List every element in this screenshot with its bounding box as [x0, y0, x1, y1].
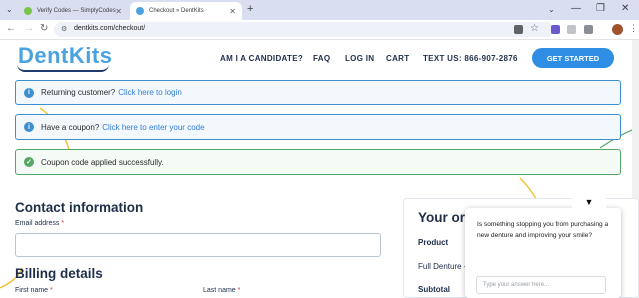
notice-text: Returning customer?	[41, 88, 116, 97]
nav-faq[interactable]: FAQ	[313, 54, 330, 63]
get-started-button[interactable]: GET STARTED	[532, 48, 614, 68]
required-mark: *	[237, 287, 241, 294]
browser-menu-icon[interactable]: ⋮	[629, 23, 638, 34]
coupon-success-notice: ✓ Coupon code applied successfully.	[15, 149, 621, 175]
extension-a-icon[interactable]	[551, 25, 560, 34]
extensions-puzzle-icon[interactable]	[584, 25, 593, 34]
chat-question: Is something stopping you from purchasin…	[477, 221, 609, 239]
close-tab-icon[interactable]: ✕	[115, 7, 122, 16]
nav-text-us-phone[interactable]: TEXT US: 866-907-2876	[423, 54, 518, 63]
chat-collapse-button[interactable]: ▼	[572, 193, 606, 210]
site-info-icon[interactable]: ⚙	[61, 25, 67, 33]
contact-information-heading: Contact information	[15, 200, 144, 215]
email-label: Email address *	[15, 220, 64, 227]
tab-title: Verify Codes — SimplyCodes	[37, 8, 116, 14]
simplycodes-favicon-icon	[24, 7, 32, 15]
first-name-label-text: First name	[15, 287, 49, 294]
nav-am-i-a-candidate[interactable]: AM I A CANDIDATE?	[220, 54, 303, 63]
close-tab-icon[interactable]: ✕	[229, 7, 236, 16]
product-column-header: Product	[418, 238, 449, 247]
logo-swoosh	[17, 64, 109, 72]
extension-icon[interactable]	[567, 25, 576, 34]
coupon-notice: i Have a coupon? Click here to enter you…	[15, 114, 621, 140]
email-field[interactable]	[15, 233, 381, 257]
info-icon: i	[24, 122, 34, 132]
window-menu-icon[interactable]: ⌄	[548, 5, 555, 14]
tab-title: Checkout » DentKits	[149, 8, 204, 14]
tab-verify-codes[interactable]: Verify Codes — SimplyCodes ✕	[18, 2, 128, 20]
new-tab-button[interactable]: +	[247, 3, 253, 15]
email-label-text: Email address	[15, 220, 60, 227]
minimize-icon[interactable]: —	[571, 3, 581, 14]
forward-icon[interactable]: →	[24, 23, 34, 34]
back-icon[interactable]: ←	[6, 23, 16, 34]
info-icon: i	[24, 87, 34, 98]
login-link[interactable]: Click here to login	[118, 88, 182, 97]
profile-avatar[interactable]	[612, 24, 623, 35]
close-window-icon[interactable]: ✕	[621, 3, 629, 14]
billing-details-heading: Billing details	[15, 266, 103, 281]
required-mark: *	[61, 220, 65, 227]
required-mark: *	[50, 287, 53, 294]
maximize-icon[interactable]: ❐	[596, 3, 605, 14]
last-name-label: Last name *	[203, 287, 240, 294]
dentkits-favicon-icon	[136, 7, 144, 15]
reload-icon[interactable]: ↻	[40, 23, 48, 34]
product-name: Full Denture -	[418, 262, 467, 271]
notice-text: Coupon code applied successfully.	[41, 157, 164, 167]
enter-coupon-link[interactable]: Click here to enter your code	[102, 123, 204, 132]
url-text[interactable]: dentkits.com/checkout/	[74, 25, 145, 32]
notice-text: Have a coupon?	[41, 122, 100, 132]
returning-customer-notice: i Returning customer? Click here to logi…	[15, 80, 621, 105]
check-icon: ✓	[24, 157, 34, 167]
translate-icon[interactable]	[514, 25, 523, 34]
nav-log-in[interactable]: LOG IN	[345, 54, 374, 63]
subtotal-label: Subtotal	[418, 285, 450, 294]
bookmark-star-icon[interactable]: ☆	[530, 23, 539, 34]
first-name-label: First name *	[15, 287, 53, 294]
last-name-label-text: Last name	[203, 287, 236, 294]
chat-answer-placeholder: Type your answer here...	[483, 282, 550, 288]
tab-menu-icon[interactable]: ⌄	[6, 5, 13, 14]
tab-checkout[interactable]: Checkout » DentKits ✕	[130, 2, 242, 20]
nav-cart[interactable]: CART	[386, 54, 409, 63]
